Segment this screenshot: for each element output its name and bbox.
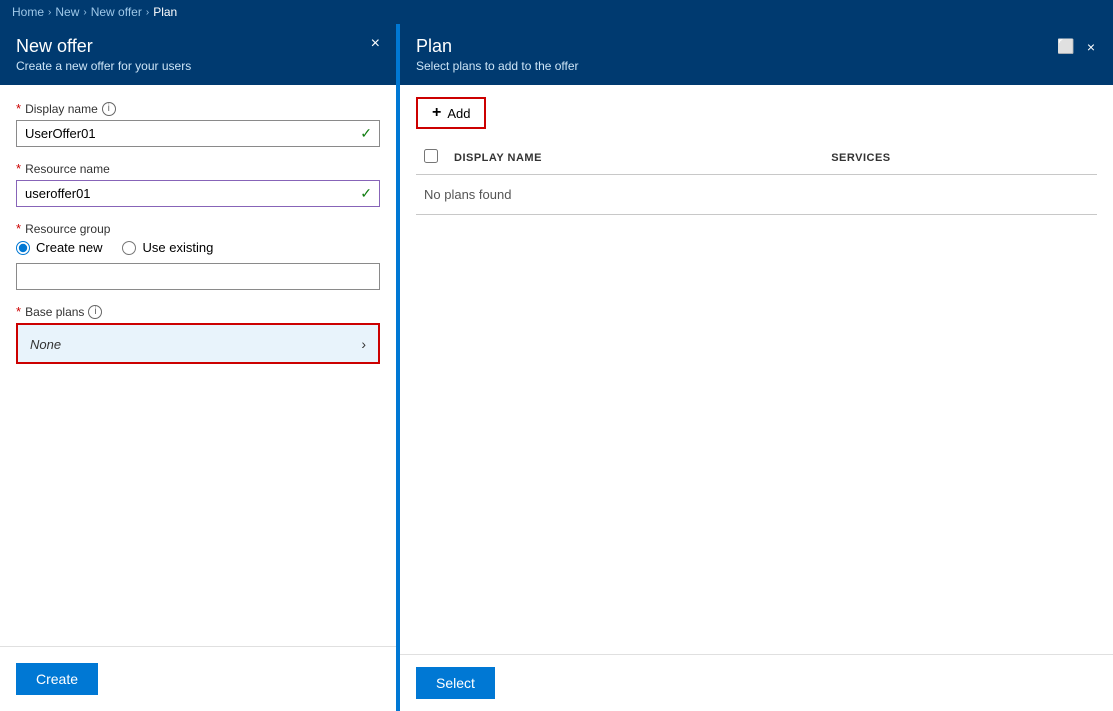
add-icon: + (432, 105, 441, 121)
right-panel-content: + Add DISPLAY NAME SERVICES No plans fou (400, 85, 1113, 654)
resource-group-label: * Resource group (16, 221, 380, 236)
create-new-radio-option[interactable]: Create new (16, 240, 102, 255)
left-panel-content: * Display name i ✓ * Resource name ✓ (0, 85, 396, 646)
display-name-label: * Display name i (16, 101, 380, 116)
base-plans-info-icon[interactable]: i (88, 305, 102, 319)
select-all-checkbox[interactable] (424, 149, 438, 163)
breadcrumb: Home › New › New offer › Plan (0, 0, 1113, 24)
main-container: New offer Create a new offer for your us… (0, 24, 1113, 711)
right-panel-close-button[interactable]: × (1085, 37, 1097, 57)
resource-name-required: * (16, 161, 21, 176)
breadcrumb-new[interactable]: New (55, 5, 79, 19)
base-plans-chevron-icon: › (361, 336, 366, 352)
resource-group-input[interactable] (16, 263, 380, 290)
resource-name-input[interactable] (16, 180, 380, 207)
right-panel: Plan Select plans to add to the offer ⬜ … (400, 24, 1113, 711)
left-panel: New offer Create a new offer for your us… (0, 24, 400, 711)
left-panel-close-button[interactable]: × (371, 36, 380, 52)
resource-name-check-icon: ✓ (360, 185, 372, 202)
use-existing-radio[interactable] (122, 241, 136, 255)
left-panel-header: New offer Create a new offer for your us… (0, 24, 396, 85)
add-button[interactable]: + Add (416, 97, 486, 129)
left-panel-footer: Create (0, 646, 396, 711)
breadcrumb-home[interactable]: Home (12, 5, 44, 19)
left-panel-subtitle: Create a new offer for your users (16, 59, 191, 73)
use-existing-radio-option[interactable]: Use existing (122, 240, 213, 255)
table-header-row: DISPLAY NAME SERVICES (416, 141, 1097, 175)
table-header-services: SERVICES (823, 141, 1097, 175)
plan-table: DISPLAY NAME SERVICES No plans found (416, 141, 1097, 215)
use-existing-label: Use existing (142, 240, 213, 255)
breadcrumb-sep1: › (48, 7, 51, 18)
resource-group-radio-group: Create new Use existing (16, 240, 380, 255)
right-panel-subtitle: Select plans to add to the offer (416, 59, 579, 73)
resource-group-required: * (16, 221, 21, 236)
right-panel-footer: Select (400, 654, 1113, 711)
right-panel-header: Plan Select plans to add to the offer ⬜ … (400, 24, 1113, 85)
table-header-display-name: DISPLAY NAME (446, 141, 823, 175)
restore-button[interactable]: ⬜ (1055, 36, 1076, 57)
breadcrumb-current: Plan (153, 5, 177, 19)
display-name-info-icon[interactable]: i (102, 102, 116, 116)
display-name-check-icon: ✓ (360, 125, 372, 142)
resource-group-input-wrapper (16, 263, 380, 290)
resource-name-input-wrapper: ✓ (16, 180, 380, 207)
breadcrumb-sep3: › (146, 7, 149, 18)
display-name-group: * Display name i ✓ (16, 101, 380, 147)
select-button[interactable]: Select (416, 667, 495, 699)
base-plans-group: * Base plans i None › (16, 304, 380, 364)
base-plans-value: None (30, 337, 61, 352)
breadcrumb-new-offer[interactable]: New offer (91, 5, 142, 19)
add-label: Add (447, 106, 470, 121)
no-plans-row: No plans found (416, 175, 1097, 215)
base-plans-selector[interactable]: None › (16, 323, 380, 364)
base-plans-required: * (16, 304, 21, 319)
resource-name-group: * Resource name ✓ (16, 161, 380, 207)
resource-group-group: * Resource group Create new Use existing (16, 221, 380, 290)
left-panel-title: New offer (16, 36, 191, 57)
display-name-input[interactable] (16, 120, 380, 147)
breadcrumb-sep2: › (83, 7, 86, 18)
base-plans-content: None (30, 335, 61, 352)
no-plans-message: No plans found (416, 175, 1097, 215)
create-new-radio[interactable] (16, 241, 30, 255)
base-plans-label: * Base plans i (16, 304, 380, 319)
right-panel-window-controls: ⬜ × (1055, 36, 1097, 57)
left-header-text: New offer Create a new offer for your us… (16, 36, 191, 73)
display-name-required: * (16, 101, 21, 116)
create-button[interactable]: Create (16, 663, 98, 695)
right-header-text: Plan Select plans to add to the offer (416, 36, 579, 73)
display-name-input-wrapper: ✓ (16, 120, 380, 147)
right-panel-title: Plan (416, 36, 579, 57)
create-new-label: Create new (36, 240, 102, 255)
resource-name-label: * Resource name (16, 161, 380, 176)
table-header-checkbox (416, 141, 446, 175)
